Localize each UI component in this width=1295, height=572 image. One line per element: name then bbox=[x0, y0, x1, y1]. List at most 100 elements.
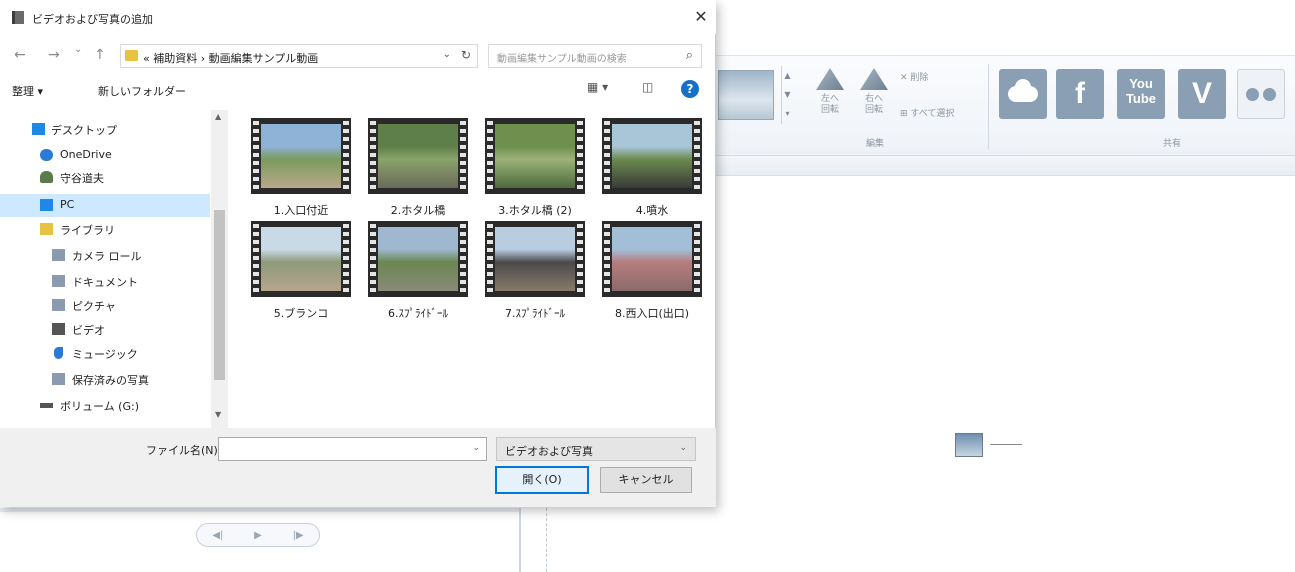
refresh-icon[interactable]: ↻ bbox=[461, 48, 471, 62]
chevron-down-icon[interactable]: ⌄ bbox=[443, 49, 451, 60]
play-icon[interactable]: ▶ bbox=[254, 530, 262, 541]
open-button[interactable]: 開く(O) bbox=[495, 466, 589, 494]
sidebar-item-documents[interactable]: ドキュメント bbox=[0, 270, 210, 293]
next-frame-icon[interactable]: |▶ bbox=[293, 530, 304, 541]
file-name: 8.西入口(出口) bbox=[614, 307, 690, 320]
ribbon-bottom-strip bbox=[715, 156, 1295, 176]
dialog-titlebar[interactable]: ビデオおよび写真の追加 ✕ bbox=[0, 0, 716, 34]
cloud-icon bbox=[1008, 79, 1038, 102]
new-folder-button[interactable]: 新しいフォルダー bbox=[98, 83, 186, 99]
file-item[interactable]: 6.ｽﾌﾟﾗｲﾄﾞｰﾙ bbox=[358, 221, 468, 329]
folder-icon bbox=[125, 50, 138, 61]
desktop-icon bbox=[32, 123, 45, 135]
sidebar-item-drive-g[interactable]: ボリューム (G:) bbox=[0, 394, 210, 417]
file-name: 4.噴水 bbox=[635, 204, 669, 217]
sidebar-item-onedrive[interactable]: OneDrive bbox=[0, 144, 210, 167]
rotate-left-icon bbox=[816, 68, 844, 90]
sidebar-item-user[interactable]: 守谷道夫 bbox=[0, 166, 210, 189]
storyboard-clip-icon[interactable] bbox=[955, 433, 983, 457]
change-view-icon[interactable]: ▦ ▾ bbox=[587, 80, 608, 98]
navigation-pane: デスクトップ OneDrive 守谷道夫 PC ライブラリ カメラ ロール ドキ… bbox=[0, 110, 228, 428]
facebook-share-button[interactable]: f bbox=[1056, 69, 1104, 119]
ribbon-thumbnail[interactable] bbox=[718, 70, 774, 120]
preview-pane-icon[interactable]: ◫ bbox=[642, 80, 653, 98]
library-icon bbox=[40, 223, 53, 235]
chevron-down-icon[interactable]: ⌄ bbox=[472, 443, 480, 453]
close-icon[interactable]: ✕ bbox=[690, 6, 712, 28]
search-icon[interactable]: ⌕ bbox=[686, 48, 693, 63]
pictures-icon bbox=[52, 299, 65, 311]
sidebar-item-music[interactable]: ミュージック bbox=[0, 342, 210, 365]
video-thumbnail bbox=[485, 221, 585, 297]
documents-icon bbox=[52, 275, 65, 287]
video-frame bbox=[612, 227, 692, 291]
sidebar-item-label: ボリューム (G:) bbox=[60, 400, 139, 413]
filename-input[interactable]: ⌄ bbox=[218, 437, 487, 461]
file-item[interactable]: 4.噴水 bbox=[592, 118, 702, 226]
pane-splitter[interactable] bbox=[519, 508, 521, 572]
breadcrumb[interactable]: « 補助資料 › 動画編集サンプル動画 bbox=[143, 50, 318, 66]
chevron-down-icon[interactable]: ⌄ bbox=[679, 443, 687, 453]
cancel-button[interactable]: キャンセル bbox=[600, 467, 692, 493]
navigation-scrollbar[interactable]: ▲ ▼ bbox=[211, 110, 228, 428]
vimeo-share-button[interactable]: V bbox=[1178, 69, 1226, 119]
sidebar-item-videos[interactable]: ビデオ bbox=[0, 318, 210, 341]
file-item[interactable]: 2.ホタル橋 bbox=[358, 118, 468, 226]
rotate-right-button[interactable]: 右へ 回転 bbox=[857, 66, 891, 128]
sidebar-item-label: ビデオ bbox=[72, 324, 105, 337]
file-item[interactable]: 1.入口付近 bbox=[241, 118, 351, 226]
flickr-dot-icon bbox=[1246, 88, 1259, 101]
video-frame bbox=[495, 227, 575, 291]
rotate-left-button[interactable]: 左へ 回転 bbox=[813, 66, 847, 128]
ribbon-more-icon[interactable]: ▾ bbox=[782, 104, 793, 123]
youtube-share-button[interactable]: You Tube bbox=[1117, 69, 1165, 119]
sidebar-item-pc[interactable]: PC bbox=[0, 194, 210, 217]
flickr-share-button[interactable] bbox=[1237, 69, 1285, 119]
file-name: 5.ブランコ bbox=[273, 307, 329, 320]
back-icon[interactable]: ← bbox=[14, 47, 26, 63]
file-list: 1.入口付近 2.ホタル橋 3.ホタル橋 (2) 4.噴水 5.ブランコ 6.ｽ… bbox=[232, 110, 710, 428]
delete-button[interactable]: ✕ 削除 bbox=[900, 70, 928, 83]
ribbon-group-separator bbox=[988, 64, 989, 150]
up-icon[interactable]: ↑ bbox=[94, 47, 106, 63]
help-icon[interactable]: ? bbox=[681, 80, 699, 98]
saved-pictures-icon bbox=[52, 373, 65, 385]
sidebar-item-desktop[interactable]: デスクトップ bbox=[0, 118, 210, 141]
file-name: 6.ｽﾌﾟﾗｲﾄﾞｰﾙ bbox=[388, 307, 448, 320]
scroll-down-icon[interactable]: ▼ bbox=[215, 410, 221, 419]
organize-button[interactable]: 整理 ▾ bbox=[12, 83, 43, 99]
screen: ▲ ▼ ▾ 左へ 回転 右へ 回転 ✕ 削除 ⊞ すべて選択 編集 共有 f Y… bbox=[0, 0, 1295, 572]
scrollbar-thumb[interactable] bbox=[214, 210, 225, 380]
pc-icon bbox=[40, 199, 53, 211]
recent-locations-icon[interactable]: ⌄ bbox=[74, 44, 82, 55]
drive-icon bbox=[40, 403, 53, 408]
ribbon-gallery-scroll[interactable]: ▲ ▼ ▾ bbox=[781, 66, 793, 124]
onedrive-share-button[interactable] bbox=[999, 69, 1047, 119]
file-item[interactable]: 7.ｽﾌﾟﾗｲﾄﾞｰﾙ bbox=[475, 221, 585, 329]
scroll-up-icon[interactable]: ▲ bbox=[215, 112, 221, 121]
video-frame bbox=[378, 124, 458, 188]
address-bar[interactable]: « 補助資料 › 動画編集サンプル動画 ⌄ ↻ bbox=[120, 44, 478, 68]
file-name: 2.ホタル橋 bbox=[390, 204, 446, 217]
file-type-select[interactable]: ビデオおよび写真 ⌄ bbox=[496, 437, 696, 461]
camera-roll-icon bbox=[52, 249, 65, 261]
file-item[interactable]: 5.ブランコ bbox=[241, 221, 351, 329]
user-icon bbox=[40, 171, 53, 183]
vimeo-icon: V bbox=[1191, 77, 1212, 110]
sidebar-item-saved-pictures[interactable]: 保存済みの写真 bbox=[0, 368, 210, 391]
video-thumbnail bbox=[485, 118, 585, 194]
sidebar-item-camera-roll[interactable]: カメラ ロール bbox=[0, 244, 210, 267]
sidebar-item-label: カメラ ロール bbox=[72, 250, 142, 263]
select-all-button[interactable]: ⊞ すべて選択 bbox=[900, 106, 954, 119]
sidebar-item-library[interactable]: ライブラリ bbox=[0, 218, 210, 241]
sidebar-item-pictures[interactable]: ピクチャ bbox=[0, 294, 210, 317]
ribbon-scroll-up-icon[interactable]: ▲ bbox=[782, 66, 793, 85]
sidebar-item-label: ライブラリ bbox=[60, 224, 115, 237]
search-input[interactable]: 動画編集サンプル動画の検索 ⌕ bbox=[488, 44, 702, 68]
file-item[interactable]: 3.ホタル橋 (2) bbox=[475, 118, 585, 226]
add-videos-photos-dialog: ビデオおよび写真の追加 ✕ ← → ⌄ ↑ « 補助資料 › 動画編集サンプル動… bbox=[0, 0, 716, 507]
ribbon-scroll-down-icon[interactable]: ▼ bbox=[782, 85, 793, 104]
file-item[interactable]: 8.西入口(出口) bbox=[592, 221, 702, 329]
forward-icon[interactable]: → bbox=[48, 47, 60, 63]
previous-frame-icon[interactable]: ◀| bbox=[212, 530, 223, 541]
